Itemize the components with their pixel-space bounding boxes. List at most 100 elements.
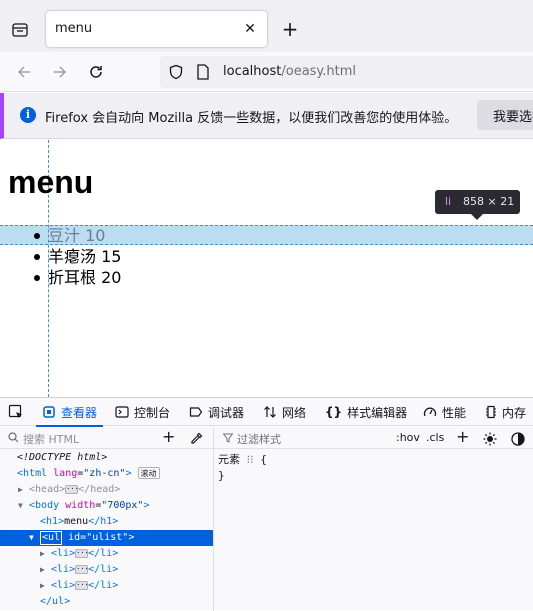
tab-strip: menu ✕ +	[0, 0, 533, 52]
page-heading: menu	[8, 164, 94, 200]
body-tag: body	[35, 500, 60, 511]
tab-label: 控制台	[134, 405, 171, 420]
element-rule-label: 元素	[218, 453, 240, 466]
markup-line-ul-selected[interactable]: ▼ <ul id="ulist">	[0, 530, 213, 546]
markup-line-head[interactable]: ▶ <head>···</head>	[0, 482, 213, 498]
ul-attr-value: "ulist"	[86, 532, 129, 543]
body-attr: width	[65, 500, 96, 511]
expand-arrow-icon[interactable]: ▶	[18, 482, 23, 498]
url-text: localhost/oeasy.html	[223, 64, 356, 79]
collapsed-dots-icon[interactable]: ···	[75, 580, 89, 590]
devtools-panel: 查看器 控制台 调试器 网络 {} 样式编辑器 性能 内存 搜索 HTML + …	[0, 397, 533, 611]
debugger-icon	[189, 405, 203, 419]
markup-line-body[interactable]: ▼ <body width="700px">	[0, 498, 213, 514]
collapsed-dots-icon[interactable]: ···	[75, 564, 89, 574]
markup-line-doctype[interactable]: <!DOCTYPE html>	[0, 450, 213, 466]
tab-console[interactable]: 控制台	[115, 398, 170, 426]
data-reporting-notification: i Firefox 会自动向 Mozilla 反馈一些数据，以便我们改善您的使用…	[0, 93, 533, 139]
markup-line-ul-close[interactable]: </ul>	[0, 594, 213, 610]
notification-message: Firefox 会自动向 Mozilla 反馈一些数据，以便我们改善您的使用体验…	[45, 111, 458, 126]
tab-debugger[interactable]: 调试器	[189, 398, 244, 426]
network-icon	[263, 405, 277, 419]
scroll-badge[interactable]: 滚动	[137, 467, 160, 479]
url-bar[interactable]: localhost/oeasy.html	[160, 56, 533, 88]
ul-attr: id	[68, 532, 81, 543]
cls-toggle[interactable]: .cls	[426, 431, 444, 444]
element-rule[interactable]: 元素 ⁝⁝ {	[218, 452, 267, 468]
collapse-arrow-icon[interactable]: ▼	[18, 498, 23, 514]
rule-close-brace: }	[218, 469, 225, 482]
head-close-tag: head	[90, 484, 115, 495]
new-tab-button[interactable]: +	[279, 18, 301, 40]
expand-arrow-icon[interactable]: ▶	[40, 578, 45, 594]
tab-label: 查看器	[61, 405, 98, 420]
tab-label: 性能	[442, 405, 467, 420]
filter-placeholder: 过滤样式	[237, 433, 281, 446]
tab-overview-button[interactable]	[8, 18, 32, 42]
light-mode-icon[interactable]	[483, 431, 497, 450]
li-close-tag: li	[100, 548, 113, 559]
list-item: 豆汁 10	[34, 226, 121, 247]
expand-arrow-icon[interactable]: ▶	[40, 562, 45, 578]
tab-inspector[interactable]: 查看器	[35, 398, 104, 427]
collapsed-dots-icon[interactable]: ···	[65, 484, 79, 494]
choose-data-button[interactable]: 我要选择	[477, 100, 533, 130]
dark-mode-icon[interactable]	[511, 431, 525, 450]
filter-styles-input[interactable]: 过滤样式	[222, 431, 281, 447]
expand-arrow-icon[interactable]: ▶	[40, 546, 45, 562]
panel-splitter[interactable]	[213, 427, 214, 611]
ul-close-tag: </ul>	[40, 596, 71, 607]
html-attr-value: "zh-cn"	[83, 468, 126, 479]
tracking-protection-shield-icon[interactable]	[168, 64, 184, 84]
performance-icon	[423, 405, 437, 419]
doctype-text: <!DOCTYPE html>	[17, 452, 108, 463]
hov-toggle[interactable]: :hov	[396, 431, 420, 444]
add-node-button[interactable]: +	[162, 428, 175, 446]
collapsed-dots-icon[interactable]: ···	[75, 548, 89, 558]
element-picker-icon[interactable]	[8, 404, 24, 424]
rule-open-brace: {	[260, 453, 267, 466]
style-editor-icon: {}	[325, 405, 343, 419]
filter-icon	[222, 433, 234, 446]
markup-line-h1[interactable]: <h1>menu</h1>	[0, 514, 213, 530]
back-button[interactable]	[13, 61, 35, 83]
tab-style-editor[interactable]: {} 样式编辑器	[325, 398, 407, 426]
memory-icon	[485, 405, 497, 419]
search-placeholder: 搜索 HTML	[23, 433, 80, 446]
inspector-tooltip: li 858 × 21	[435, 190, 520, 220]
tab-memory[interactable]: 内存	[485, 398, 526, 426]
li-tag: li	[57, 564, 70, 575]
ul-tag: ul	[48, 532, 61, 543]
forward-button[interactable]	[49, 61, 71, 83]
reload-button[interactable]	[85, 61, 107, 83]
page-info-icon[interactable]	[196, 64, 210, 84]
list-item-text: 折耳根 20	[48, 268, 122, 287]
add-rule-button[interactable]: +	[456, 428, 469, 446]
url-host: localhost	[223, 64, 282, 79]
eyedropper-icon[interactable]	[190, 430, 203, 449]
tab-network[interactable]: 网络	[263, 398, 306, 426]
li-close-tag: li	[100, 580, 113, 591]
markup-line-li[interactable]: ▶ <li>···</li>	[0, 562, 213, 578]
tab-performance[interactable]: 性能	[423, 398, 466, 426]
search-icon	[8, 432, 19, 446]
search-html-input[interactable]: 搜索 HTML	[8, 431, 79, 447]
url-path: /oeasy.html	[281, 64, 357, 79]
markup-line-li[interactable]: ▶ <li>···</li>	[0, 546, 213, 562]
tab-label: 调试器	[208, 405, 245, 420]
bullet	[34, 233, 40, 239]
tab-label: 样式编辑器	[347, 405, 408, 420]
close-tab-icon[interactable]: ✕	[241, 20, 259, 38]
inspector-icon	[42, 405, 56, 419]
list-item: 折耳根 20	[34, 268, 122, 289]
tab-list-icon	[12, 23, 28, 37]
bullet	[34, 275, 40, 281]
rules-view: 元素 ⁝⁝ { }	[218, 452, 267, 484]
browser-tab[interactable]: menu ✕	[46, 11, 267, 47]
collapse-arrow-icon[interactable]: ▼	[29, 530, 34, 546]
h1-text: menu	[64, 516, 89, 527]
markup-line-li[interactable]: ▶ <li>···</li>	[0, 578, 213, 594]
console-icon	[115, 405, 129, 419]
tooltip-dimensions: 858 × 21	[463, 195, 515, 208]
markup-line-html[interactable]: <html lang="zh-cn"> 滚动	[0, 466, 213, 482]
